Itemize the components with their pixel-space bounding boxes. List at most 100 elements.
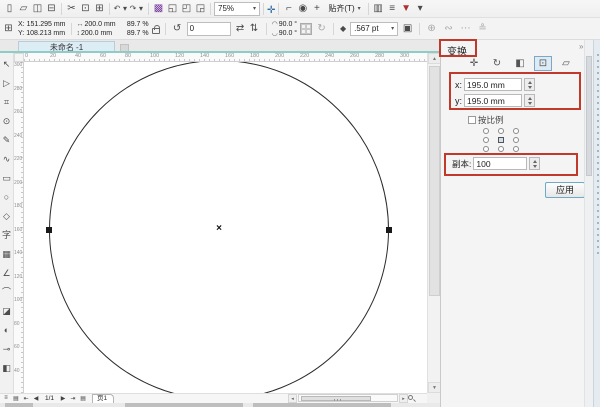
zoom-tool-icon[interactable]: ⊙ <box>1 112 13 131</box>
freehand-tool-icon[interactable]: ✎ <box>1 131 13 150</box>
pick-tool-icon[interactable]: ↖ <box>1 55 13 74</box>
new-document-icon[interactable]: ▯ <box>3 2 16 16</box>
navigator-magnifier-icon[interactable] <box>407 394 416 403</box>
anchor-right[interactable] <box>513 137 519 143</box>
anchor-top-left[interactable] <box>483 128 489 134</box>
launcher-red-icon[interactable]: ▼ <box>400 2 413 16</box>
ruler-origin-corner[interactable] <box>14 53 24 62</box>
anchor-top-right[interactable] <box>513 128 519 134</box>
transform-rotate-icon[interactable]: ↻ <box>488 56 506 71</box>
anchor-bottom-right[interactable] <box>513 146 519 152</box>
separator <box>61 3 62 15</box>
angle-spinner-grid[interactable] <box>300 23 312 35</box>
duplicate-icon[interactable]: ◰ <box>180 2 193 16</box>
lock-ratio-icon[interactable] <box>152 28 160 34</box>
ruler-label: 260 <box>14 109 23 133</box>
rectangle-tool-icon[interactable]: ▭ <box>1 169 13 188</box>
horizontal-scroll-thumb[interactable] <box>301 396 371 401</box>
object-size-fields[interactable]: ↔200.0 mm ↕200.0 mm <box>77 20 116 38</box>
polygon-tool-icon[interactable]: ◇ <box>1 207 13 226</box>
shape-tool-icon[interactable]: ▷ <box>1 74 13 93</box>
zoom-level-combo[interactable]: 75% ▾ <box>214 2 260 16</box>
page-border-icon[interactable]: ⌐ <box>282 2 295 16</box>
add-page-end-icon[interactable]: ▤ <box>79 395 87 402</box>
vertical-scroll-thumb[interactable] <box>429 66 440 296</box>
mirror-vertical-icon[interactable]: ⇅ <box>248 22 261 36</box>
docker-tab-strip[interactable] <box>593 40 600 407</box>
add-page-start-icon[interactable]: ▤ <box>12 395 20 402</box>
pan-icon[interactable]: ✛ <box>267 5 275 16</box>
crop-tool-icon[interactable]: ⌗ <box>1 93 13 112</box>
order-icon[interactable]: ∾ <box>442 22 455 36</box>
drop-shadow-tool-icon[interactable]: ◪ <box>1 302 13 321</box>
outline-width-combo[interactable]: .567 pt ▾ <box>350 22 398 36</box>
more-icon[interactable]: ⋯ <box>459 22 472 36</box>
launch-app-icon[interactable]: ◱ <box>166 2 179 16</box>
first-page-icon[interactable]: ⇤ <box>22 395 30 402</box>
rotation-angle-input[interactable] <box>187 22 231 36</box>
transparency-tool-icon[interactable]: ◐ <box>1 321 13 340</box>
docker-collapse-icon[interactable]: » <box>579 42 583 51</box>
trace-bitmap-icon[interactable]: ▩ <box>152 2 165 16</box>
interactive-fill-tool-icon[interactable]: ◧ <box>1 359 13 378</box>
copy-icon[interactable]: ⊡ <box>79 2 92 16</box>
options-icon[interactable]: ≡ <box>386 2 399 16</box>
launcher-dropdown-icon[interactable]: ▾ <box>414 2 427 16</box>
last-page-icon[interactable]: ⇥ <box>69 395 77 402</box>
print-icon[interactable]: ⊟ <box>45 2 58 16</box>
cut-icon[interactable]: ✂ <box>65 2 78 16</box>
object-position-fields[interactable]: X: 151.295 mm Y: 108.213 mm <box>18 20 66 38</box>
anchor-center[interactable] <box>498 137 504 143</box>
prev-page-icon[interactable]: ◀ <box>32 395 40 402</box>
undo-icon[interactable]: ↶ <box>113 2 121 16</box>
transform-size-icon[interactable]: ⊡ <box>534 56 552 71</box>
page-tab[interactable]: 页1 <box>92 394 114 403</box>
docker-scrollbar[interactable] <box>584 40 593 407</box>
dimension-tool-icon[interactable]: ∠ <box>1 264 13 283</box>
anchor-bottom-left[interactable] <box>483 146 489 152</box>
align-icon[interactable]: ⊕ <box>425 22 438 36</box>
redo-dropdown-icon[interactable]: ▾ <box>137 2 145 16</box>
apply-button[interactable]: 应用 <box>545 182 585 198</box>
anchor-bottom[interactable] <box>498 146 504 152</box>
selection-handle-right[interactable] <box>386 227 392 233</box>
hscroll-left-icon[interactable]: ◂ <box>288 394 297 403</box>
paste-icon[interactable]: ⊞ <box>93 2 106 16</box>
quick-customize-icon[interactable]: ≗ <box>476 22 489 36</box>
save-icon[interactable]: ◫ <box>31 2 44 16</box>
snap-crosshair-icon[interactable]: + <box>310 2 323 16</box>
open-icon[interactable]: ▱ <box>17 2 30 16</box>
artistic-media-tool-icon[interactable]: ∿ <box>1 150 13 169</box>
selection-handle-left[interactable] <box>46 227 52 233</box>
next-page-icon[interactable]: ▶ <box>59 395 67 402</box>
preview-icon[interactable]: ◉ <box>296 2 309 16</box>
transform-position-icon[interactable]: ✛ <box>465 56 483 71</box>
canvas-vertical-scrollbar[interactable]: ▲ ▼ <box>427 53 440 393</box>
connector-tool-icon[interactable]: ⌒ <box>1 283 13 302</box>
scale-fields[interactable]: 89.7 % 89.7 % <box>119 20 149 38</box>
ellipse-tool-icon[interactable]: ○ <box>1 188 13 207</box>
canvas-horizontal-scrollbar[interactable] <box>298 394 398 402</box>
horizontal-ruler[interactable]: 0204060801001201401601802002202402602803… <box>24 53 427 62</box>
transform-scale-mirror-icon[interactable]: ◧ <box>511 56 529 71</box>
transform-skew-icon[interactable]: ▱ <box>557 56 575 71</box>
wrap-text-icon[interactable]: ▣ <box>401 22 414 36</box>
eyedropper-tool-icon[interactable]: ⊸ <box>1 340 13 359</box>
mirror-horizontal-icon[interactable]: ⇄ <box>234 22 247 36</box>
drawing-canvas[interactable]: × <box>24 62 427 393</box>
image-adjust-icon[interactable]: ▥ <box>372 2 385 16</box>
change-direction-icon[interactable]: ↻ <box>315 22 328 36</box>
text-tool-icon[interactable]: 字 <box>1 226 13 245</box>
page-options-icon[interactable]: ≡ <box>2 395 10 402</box>
anchor-left[interactable] <box>483 137 489 143</box>
ellipse-angle-fields[interactable]: ◠90.0 ° ◡90.0 ° <box>272 20 297 38</box>
table-tool-icon[interactable]: ▦ <box>1 245 13 264</box>
proportional-checkbox[interactable] <box>468 116 476 124</box>
export-icon[interactable]: ◲ <box>194 2 207 16</box>
vertical-ruler[interactable]: 300280260240220200180160140120100806040 <box>14 62 24 393</box>
anchor-top[interactable] <box>498 128 504 134</box>
undo-dropdown-icon[interactable]: ▾ <box>121 2 129 16</box>
redo-icon[interactable]: ↷ <box>129 2 137 16</box>
object-center-marker[interactable]: × <box>213 223 225 235</box>
snap-to-dropdown[interactable]: 贴齐(T) ▾ <box>324 2 364 16</box>
